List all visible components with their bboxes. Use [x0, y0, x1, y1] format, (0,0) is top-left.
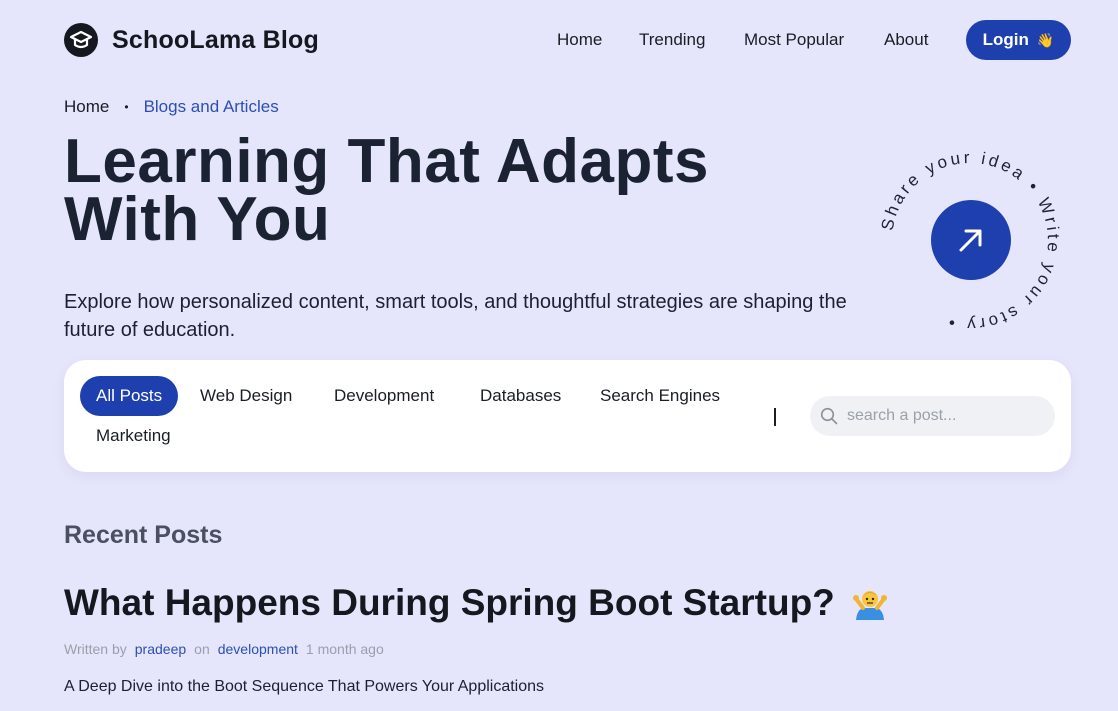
- page-description: Explore how personalized content, smart …: [64, 291, 847, 341]
- category-development[interactable]: Development: [334, 386, 434, 406]
- brand-logo[interactable]: SchooLama Blog: [64, 23, 319, 57]
- nav-trending[interactable]: Trending: [639, 30, 705, 50]
- breadcrumb-separator: •: [124, 100, 129, 114]
- post-title[interactable]: What Happens During Spring Boot Startup?: [64, 582, 889, 624]
- search-input[interactable]: [847, 407, 1037, 425]
- post-title-text: What Happens During Spring Boot Startup?: [64, 582, 835, 623]
- graduation-cap-icon: [64, 23, 98, 57]
- post-author-link[interactable]: pradeep: [135, 641, 186, 657]
- search-icon: [820, 407, 838, 425]
- post-meta: Written by pradeep on development 1 mont…: [64, 641, 384, 657]
- arrow-up-right-icon: [959, 229, 982, 252]
- nav-home[interactable]: Home: [557, 30, 602, 50]
- nav-about[interactable]: About: [884, 30, 928, 50]
- breadcrumb-home[interactable]: Home: [64, 97, 109, 117]
- post-excerpt: A Deep Dive into the Boot Sequence That …: [64, 678, 545, 695]
- page: SchooLama Blog Home Trending Most Popula…: [0, 0, 1118, 711]
- login-button[interactable]: Login 👋: [966, 20, 1071, 60]
- on-label: on: [194, 641, 210, 657]
- search-box[interactable]: [810, 396, 1055, 436]
- written-by-label: Written by: [64, 641, 127, 657]
- category-filter-card: All Posts Web Design Development Databas…: [64, 360, 1071, 472]
- login-label: Login: [982, 30, 1029, 49]
- page-title: Learning That Adapts With You: [64, 131, 824, 251]
- divider: [774, 408, 776, 426]
- nav-most-popular[interactable]: Most Popular: [744, 30, 844, 50]
- category-marketing[interactable]: Marketing: [96, 426, 171, 446]
- page-title-line-2: With You: [64, 185, 331, 254]
- category-web-design[interactable]: Web Design: [200, 386, 292, 406]
- category-databases[interactable]: Databases: [480, 386, 561, 406]
- section-title: Recent Posts: [64, 521, 223, 549]
- post-category-link[interactable]: development: [218, 641, 298, 657]
- write-story-button[interactable]: [931, 200, 1011, 280]
- post-time: 1 month ago: [305, 641, 384, 657]
- category-search-engines[interactable]: Search Engines: [600, 386, 720, 406]
- brand-name: SchooLama Blog: [112, 25, 319, 54]
- breadcrumb-current: Blogs and Articles: [143, 97, 279, 116]
- category-all-posts[interactable]: All Posts: [80, 376, 179, 416]
- breadcrumb: Home • Blogs and Articles: [64, 97, 279, 117]
- shrug-emoji-icon: [852, 591, 887, 620]
- waving-hand-icon: 👋: [1036, 31, 1055, 48]
